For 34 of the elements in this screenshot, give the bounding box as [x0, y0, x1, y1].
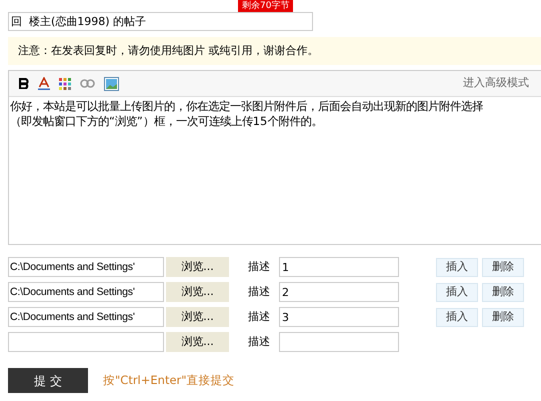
insert-button[interactable]: 插入 [436, 282, 478, 302]
color-grid-icon[interactable] [59, 78, 71, 90]
link-icon[interactable] [80, 79, 95, 88]
submit-button[interactable]: 提 交 [8, 368, 88, 393]
description-label: 描述 [248, 308, 271, 325]
message-text: 你好，本站是可以批量上传图片的，你在选定一张图片附件后，后面会自动出现新的图片附件选择（即发帖窗口下方的“浏览”）框，一次可连续上传15个附件的。 [9, 98, 484, 130]
description-label: 描述 [248, 284, 271, 300]
insert-button[interactable]: 插入 [436, 308, 478, 326]
browse-button[interactable]: 浏览... [166, 257, 229, 277]
description-field[interactable]: 1 [279, 257, 399, 277]
file-path-field[interactable]: C:\Documents and Settings' [8, 282, 164, 302]
file-path-field[interactable]: C:\Documents and Settings' [8, 257, 164, 277]
character-counter: 剩余70字节 [238, 0, 294, 12]
file-path-field[interactable]: C:\Documents and Settings' [8, 307, 164, 327]
browse-button[interactable]: 浏览... [166, 282, 229, 302]
file-path-field[interactable] [8, 332, 164, 352]
browse-button[interactable]: 浏览... [166, 307, 229, 327]
description-label: 描述 [248, 258, 271, 275]
description-label: 描述 [248, 334, 271, 350]
delete-button[interactable]: 删除 [482, 282, 524, 302]
description-field[interactable]: 2 [279, 282, 399, 302]
notice-text: 注意：在发表回复时，请勿使用纯图片 或纯引用，谢谢合作。 [8, 37, 541, 65]
browse-button[interactable]: 浏览... [166, 332, 229, 352]
delete-button[interactable]: 删除 [482, 308, 524, 326]
advanced-mode-link[interactable]: 进入高级模式 [463, 75, 529, 92]
description-field[interactable] [279, 332, 399, 352]
image-icon[interactable] [104, 76, 119, 90]
bold-icon[interactable] [19, 78, 29, 89]
submit-hint: 按"Ctrl+Enter"直接提交 [103, 372, 235, 389]
title-field[interactable]: 回 楼主(恋曲1998) 的帖子 [8, 12, 313, 31]
font-color-icon[interactable] [38, 77, 50, 90]
delete-button[interactable]: 删除 [482, 258, 524, 276]
insert-button[interactable]: 插入 [436, 258, 478, 276]
description-field[interactable]: 3 [279, 307, 399, 327]
